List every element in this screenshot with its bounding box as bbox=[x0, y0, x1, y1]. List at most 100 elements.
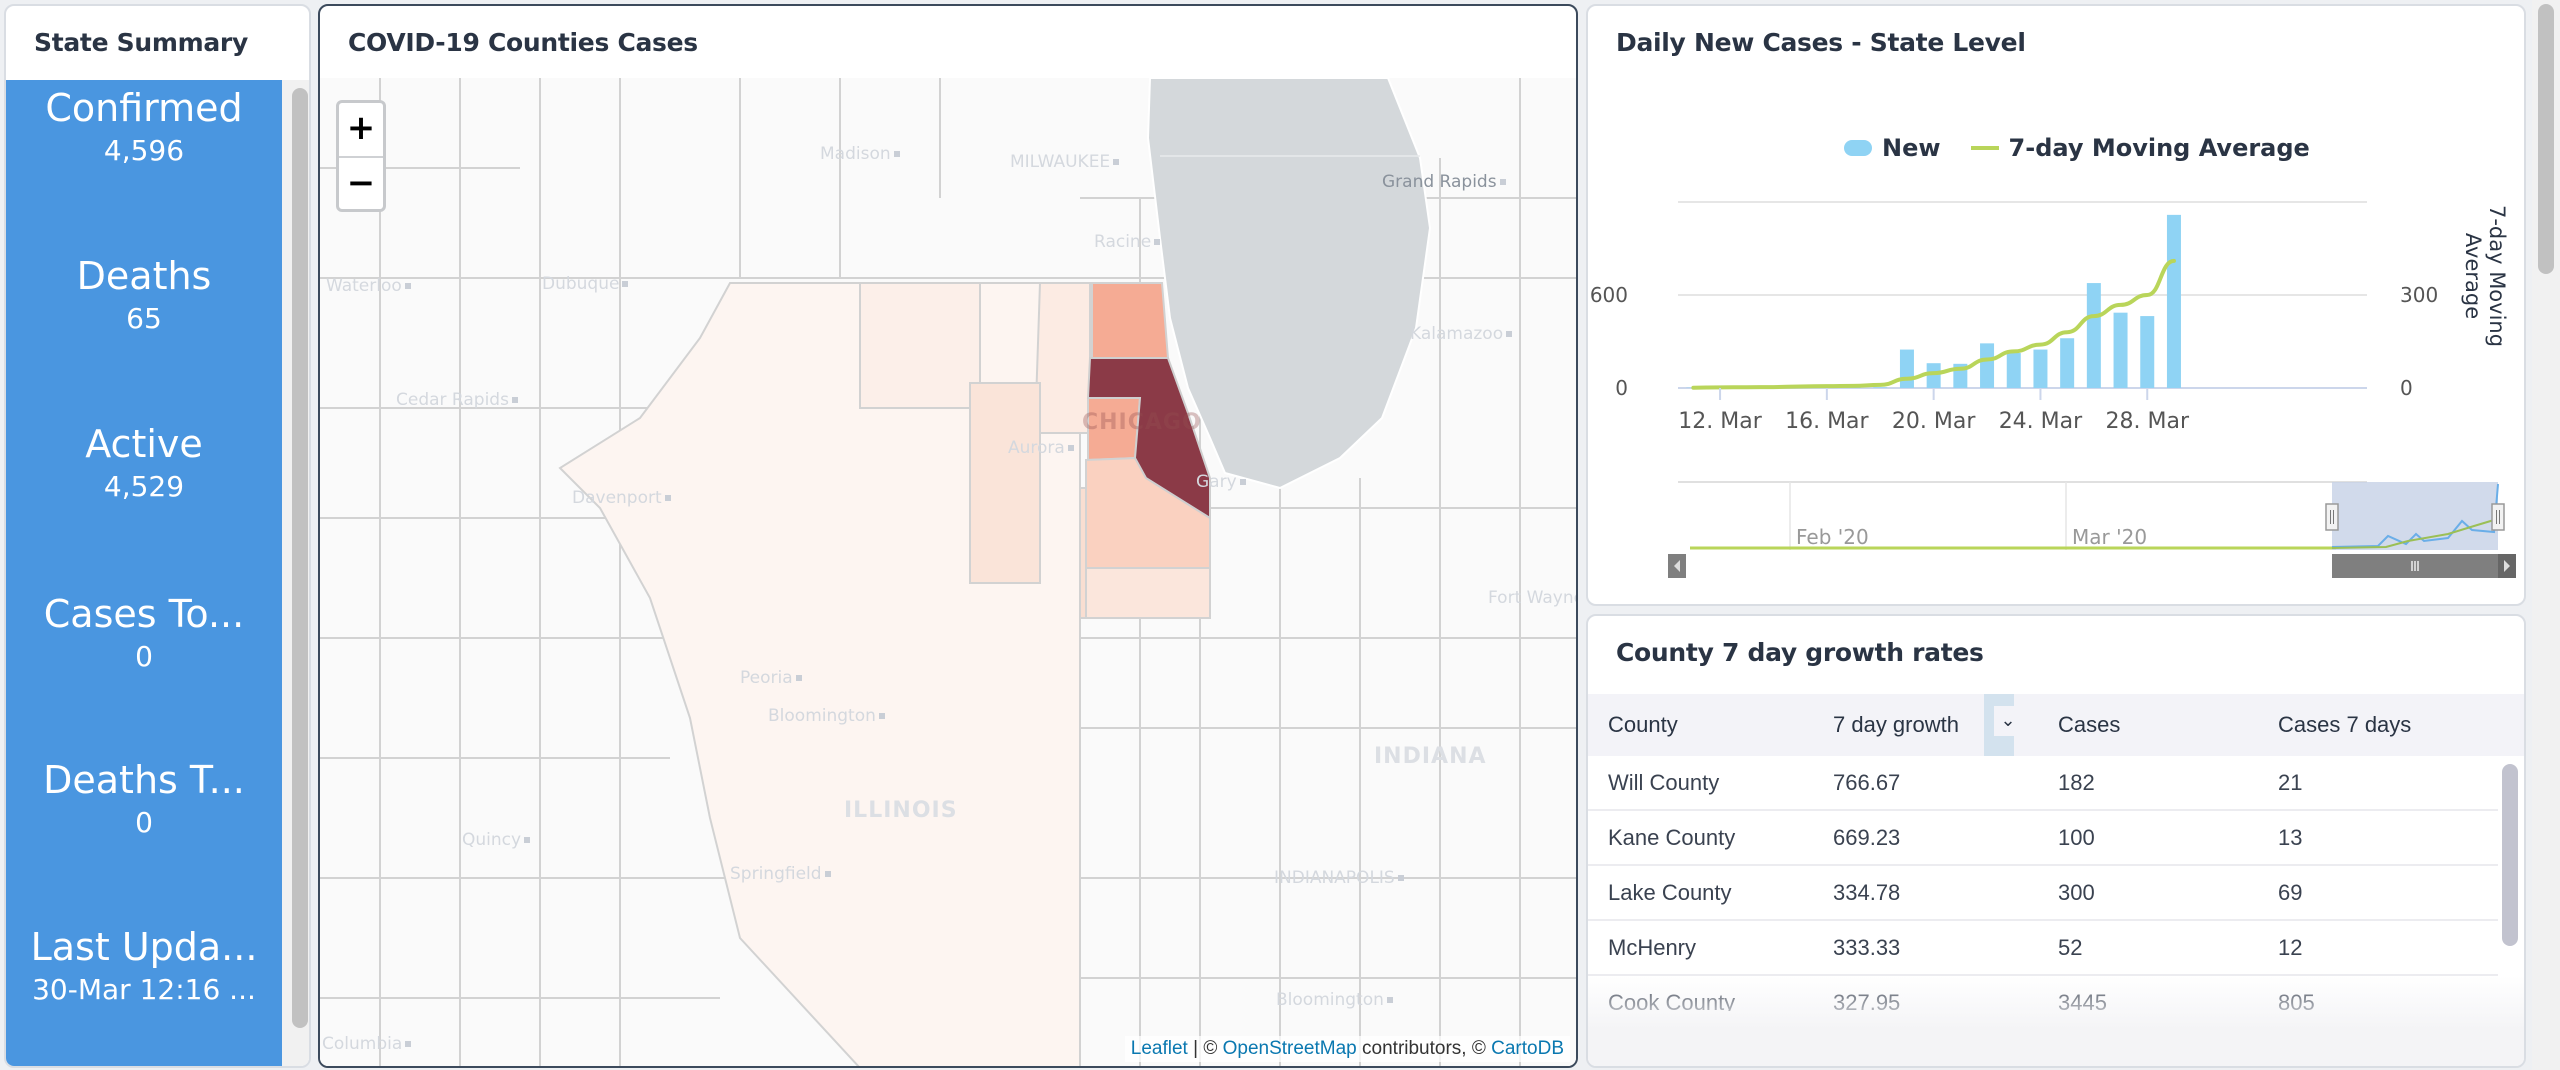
navigator-handle[interactable] bbox=[2491, 503, 2505, 531]
map-title: COVID-19 Counties Cases bbox=[348, 28, 698, 57]
x-axis-tick-label: 28. Mar bbox=[2106, 409, 2190, 434]
summary-label: Confirmed bbox=[45, 86, 243, 130]
column-header-cases[interactable]: Cases bbox=[2058, 694, 2120, 756]
column-header-cases-7-days[interactable]: Cases 7 days bbox=[2278, 694, 2411, 756]
bar-new-cases bbox=[1980, 343, 1995, 388]
growth-rates-panel: County 7 day growth rates County 7 day g… bbox=[1586, 614, 2526, 1068]
attribution-text: | © bbox=[1187, 1038, 1223, 1059]
cases-cell: 52 bbox=[2058, 935, 2083, 960]
summary-value: 0 bbox=[135, 640, 153, 673]
map-label: Bloomington bbox=[1276, 990, 1393, 1010]
zoom-out-button[interactable]: − bbox=[339, 156, 383, 209]
county-lake bbox=[1091, 282, 1170, 359]
map-label: Davenport bbox=[572, 488, 671, 508]
table-scrollbar-thumb[interactable] bbox=[2502, 764, 2518, 946]
summary-list: Confirmed 4,596 Deaths 65 Active 4,529 C… bbox=[6, 80, 282, 1066]
summary-label: Last Upda... bbox=[30, 925, 258, 969]
bar-new-cases bbox=[2086, 283, 2101, 388]
summary-item-cases-today: Cases To... 0 bbox=[6, 592, 282, 673]
table-fade bbox=[1588, 976, 2524, 1066]
bar-new-cases bbox=[2166, 214, 2181, 388]
sort-button[interactable]: ⌄ bbox=[1994, 706, 2022, 736]
map-label: Dubuque bbox=[542, 274, 629, 294]
summary-value: 4,529 bbox=[103, 470, 185, 503]
growth-title: County 7 day growth rates bbox=[1616, 638, 1984, 667]
choropleth-map[interactable]: Madison MILWAUKEE Grand Rapids Racine Wa… bbox=[320, 78, 1576, 1066]
table-row[interactable]: Will County 766.67 182 21 bbox=[1588, 756, 2498, 811]
cases-7-days-cell: 12 bbox=[2278, 935, 2303, 960]
navigator-handle[interactable] bbox=[2325, 503, 2339, 531]
right-axis-title: 7-day MovingAverage bbox=[2461, 205, 2509, 347]
cartodb-link[interactable]: CartoDB bbox=[1491, 1038, 1564, 1059]
county-kankakee bbox=[1085, 567, 1211, 619]
county-name-cell: McHenry bbox=[1608, 935, 1697, 960]
county-region bbox=[859, 282, 981, 409]
x-axis-tick-label: 20. Mar bbox=[1892, 409, 1976, 434]
map-label: ILLINOIS bbox=[844, 798, 958, 823]
summary-item-deaths-today: Deaths T... 0 bbox=[6, 758, 282, 839]
cases-cell: 100 bbox=[2058, 825, 2095, 850]
map-label: Racine bbox=[1094, 232, 1161, 252]
summary-label: Deaths bbox=[76, 254, 212, 298]
summary-value: 0 bbox=[135, 806, 153, 839]
x-axis-tick-label: 16. Mar bbox=[1785, 409, 1869, 434]
chart-svg[interactable]: 0 600 0 300 7-day MovingAverage 12. Mar 16. Ma… bbox=[1588, 6, 2524, 604]
openstreetmap-link[interactable]: OpenStreetMap bbox=[1223, 1038, 1357, 1059]
left-axis-tick-label: 600 bbox=[1590, 283, 1628, 307]
summary-label: Active bbox=[85, 422, 203, 466]
county-name-cell: Kane County bbox=[1608, 825, 1736, 850]
map-label: MILWAUKEE bbox=[1010, 152, 1120, 172]
zoom-in-button[interactable]: + bbox=[339, 103, 383, 156]
map-label: CHICAGO bbox=[1082, 410, 1202, 435]
cases-7-days-cell: 69 bbox=[2278, 880, 2303, 905]
zoom-control: + − bbox=[336, 100, 386, 212]
bar-new-cases bbox=[2033, 349, 2048, 388]
attribution-text: contributors, © bbox=[1356, 1038, 1492, 1059]
scrollbar-track bbox=[1686, 554, 2332, 578]
bar-new-cases bbox=[2006, 352, 2021, 388]
table-row[interactable]: Kane County 669.23 100 13 bbox=[1588, 811, 2498, 866]
growth-cell: 766.67 bbox=[1833, 770, 1901, 795]
summary-scrollbar[interactable] bbox=[282, 80, 309, 1066]
growth-cell: 669.23 bbox=[1833, 825, 1901, 850]
table-row[interactable]: Lake County 334.78 300 69 bbox=[1588, 866, 2498, 921]
bar-new-cases bbox=[1899, 349, 1914, 388]
column-header-county[interactable]: County bbox=[1608, 694, 1678, 756]
summary-value: 30-Mar 12:16 ... bbox=[32, 973, 256, 1006]
county-name-cell: Lake County bbox=[1608, 880, 1732, 905]
cases-cell: 300 bbox=[2058, 880, 2095, 905]
page-scrollbar[interactable] bbox=[2532, 0, 2560, 1070]
table-row[interactable]: McHenry 333.33 52 12 bbox=[1588, 921, 2498, 976]
navigator-label: Mar '20 bbox=[2072, 525, 2147, 549]
map-label: Columbia bbox=[322, 1034, 412, 1054]
summary-item-last-updated: Last Upda... 30-Mar 12:16 ... bbox=[6, 925, 282, 1006]
leaflet-link[interactable]: Leaflet bbox=[1131, 1038, 1188, 1059]
summary-scrollbar-thumb[interactable] bbox=[292, 88, 308, 1028]
state-summary-panel: State Summary Confirmed 4,596 Deaths 65 … bbox=[4, 4, 311, 1068]
table-body: Will County 766.67 182 21 Kane County 669.23 1… bbox=[1588, 756, 2498, 1011]
bar-new-cases bbox=[1873, 387, 1888, 388]
right-axis-tick-label: 300 bbox=[2400, 283, 2438, 307]
map-label: Peoria bbox=[740, 668, 802, 688]
page-scrollbar-thumb[interactable] bbox=[2538, 4, 2554, 274]
bar-new-cases bbox=[2060, 338, 2075, 388]
daily-cases-chart-panel: Daily New Cases - State Level New 7-day … bbox=[1586, 4, 2526, 606]
summary-item-deaths: Deaths 65 bbox=[6, 254, 282, 335]
map-label: Kalamazoo bbox=[1410, 324, 1513, 344]
cases-cell: 182 bbox=[2058, 770, 2095, 795]
navigator-label: Feb '20 bbox=[1796, 525, 1869, 549]
map-label: Springfield bbox=[730, 864, 831, 884]
map-attribution: Leaflet | © OpenStreetMap contributors, … bbox=[1124, 1036, 1570, 1062]
map-label: Bloomington bbox=[768, 706, 885, 726]
growth-cell: 334.78 bbox=[1833, 880, 1901, 905]
summary-label: Deaths T... bbox=[43, 758, 245, 802]
map-label: Madison bbox=[820, 144, 900, 164]
right-axis-tick-label: 0 bbox=[2400, 376, 2413, 400]
left-axis-tick-label: 0 bbox=[1615, 376, 1628, 400]
county-name-cell: Will County bbox=[1608, 770, 1720, 795]
summary-item-active: Active 4,529 bbox=[6, 422, 282, 503]
column-header-growth[interactable]: 7 day growth bbox=[1833, 694, 1959, 756]
summary-item-confirmed: Confirmed 4,596 bbox=[6, 86, 282, 167]
state-summary-title: State Summary bbox=[34, 28, 248, 57]
summary-label: Cases To... bbox=[43, 592, 245, 636]
